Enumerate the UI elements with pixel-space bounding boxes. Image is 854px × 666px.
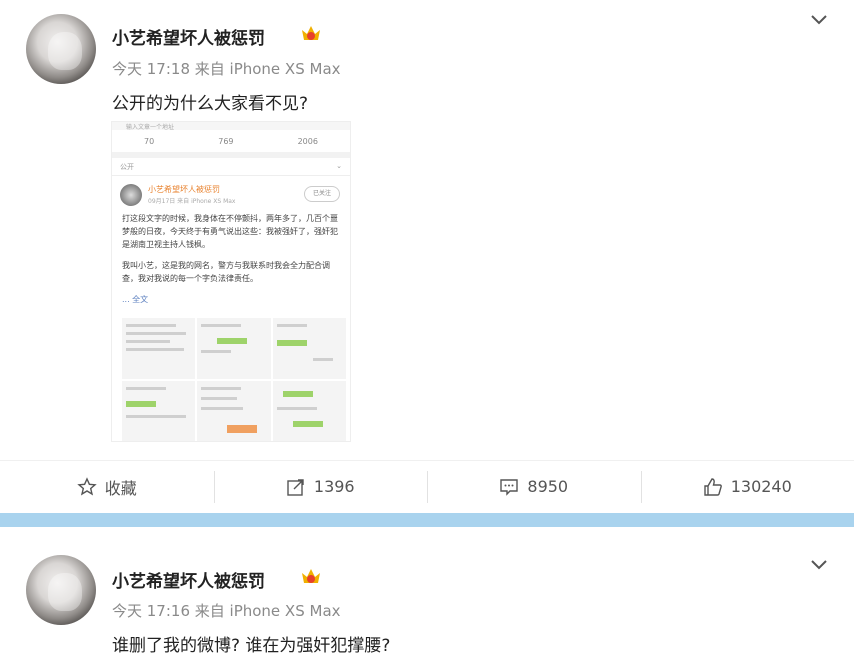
post-card: 小艺希望坏人被惩罚 今天 17:18 来自 iPhone XS Max 公开的为… bbox=[0, 0, 854, 513]
vip-crown-icon bbox=[302, 569, 320, 583]
embedded-thumb bbox=[197, 381, 271, 441]
star-icon bbox=[77, 476, 97, 495]
favorite-label: 收藏 bbox=[104, 478, 137, 498]
post-text: 公开的为什么大家看不见? bbox=[112, 94, 309, 114]
embedded-stat-like: 2006 bbox=[297, 136, 318, 146]
embedded-body: 打这段文字的时候，我身体在不停颤抖，两年多了，几百个噩梦般的日夜，今天终于有勇气… bbox=[112, 210, 350, 308]
embedded-more-link: ... 全文 bbox=[122, 295, 149, 304]
embedded-para: 我叫小艺，这是我的网名，警方与我联系时我会全力配合调查，我对我说的每一个字负法律… bbox=[122, 261, 330, 283]
like-count: 130240 bbox=[730, 477, 792, 496]
thumbs-up-icon bbox=[704, 477, 722, 496]
embedded-public-label: 公开 bbox=[120, 163, 134, 171]
embedded-thumb bbox=[122, 381, 196, 441]
embedded-follow: 已关注 bbox=[304, 186, 340, 202]
embedded-thumb bbox=[122, 318, 196, 379]
comment-count: 8950 bbox=[527, 477, 569, 496]
embedded-thumb bbox=[272, 318, 346, 379]
embedded-avatar bbox=[120, 184, 142, 206]
embedded-sub: 09月17日 来自 iPhone XS Max bbox=[148, 198, 236, 205]
embedded-para: 打这段文字的时候，我身体在不停颤抖，两年多了，几百个噩梦般的日夜，今天终于有勇气… bbox=[122, 214, 338, 249]
vip-crown-icon bbox=[302, 26, 320, 40]
username[interactable]: 小艺希望坏人被惩罚 bbox=[112, 24, 265, 49]
comment-button[interactable]: 8950 bbox=[427, 461, 641, 512]
repost-count: 1396 bbox=[313, 477, 355, 496]
embedded-public-row: 公开 ⌄ bbox=[112, 158, 350, 176]
chevron-down-icon[interactable] bbox=[810, 14, 828, 26]
post-meta: 今天 17:18 来自 iPhone XS Max bbox=[112, 60, 341, 78]
feed-divider bbox=[0, 513, 854, 527]
embedded-stat-repost: 70 bbox=[144, 136, 155, 146]
embedded-header: 小艺希望坏人被惩罚 09月17日 来自 iPhone XS Max 已关注 bbox=[112, 176, 350, 210]
avatar[interactable] bbox=[26, 555, 96, 625]
repost-icon bbox=[287, 478, 304, 496]
action-bar: 收藏 1396 8950 130240 bbox=[0, 460, 854, 512]
post-meta: 今天 17:16 来自 iPhone XS Max bbox=[112, 602, 341, 620]
post-text: 谁删了我的微博? 谁在为强奸犯撑腰? bbox=[112, 636, 391, 656]
username[interactable]: 小艺希望坏人被惩罚 bbox=[112, 567, 265, 592]
embedded-chevron-icon: ⌄ bbox=[336, 162, 342, 170]
embedded-top-hint: 输入文章一个地址 bbox=[112, 122, 350, 131]
post-card: 小艺希望坏人被惩罚 今天 17:16 来自 iPhone XS Max 谁删了我… bbox=[0, 527, 854, 666]
like-button[interactable]: 130240 bbox=[640, 461, 854, 512]
favorite-button[interactable]: 收藏 bbox=[0, 461, 214, 512]
embedded-stats: 70 769 2006 bbox=[112, 130, 350, 158]
embedded-name: 小艺希望坏人被惩罚 bbox=[148, 185, 220, 194]
post-image[interactable]: 输入文章一个地址 70 769 2006 公开 ⌄ 小艺希望坏人被惩罚 09月1… bbox=[111, 121, 351, 442]
avatar[interactable] bbox=[26, 14, 96, 84]
embedded-image-grid bbox=[122, 318, 346, 441]
chevron-down-icon[interactable] bbox=[810, 559, 828, 571]
embedded-thumb bbox=[272, 381, 346, 441]
embedded-stat-comment: 769 bbox=[218, 136, 234, 146]
repost-button[interactable]: 1396 bbox=[213, 461, 428, 512]
comment-icon bbox=[500, 478, 519, 496]
embedded-thumb bbox=[197, 318, 271, 379]
